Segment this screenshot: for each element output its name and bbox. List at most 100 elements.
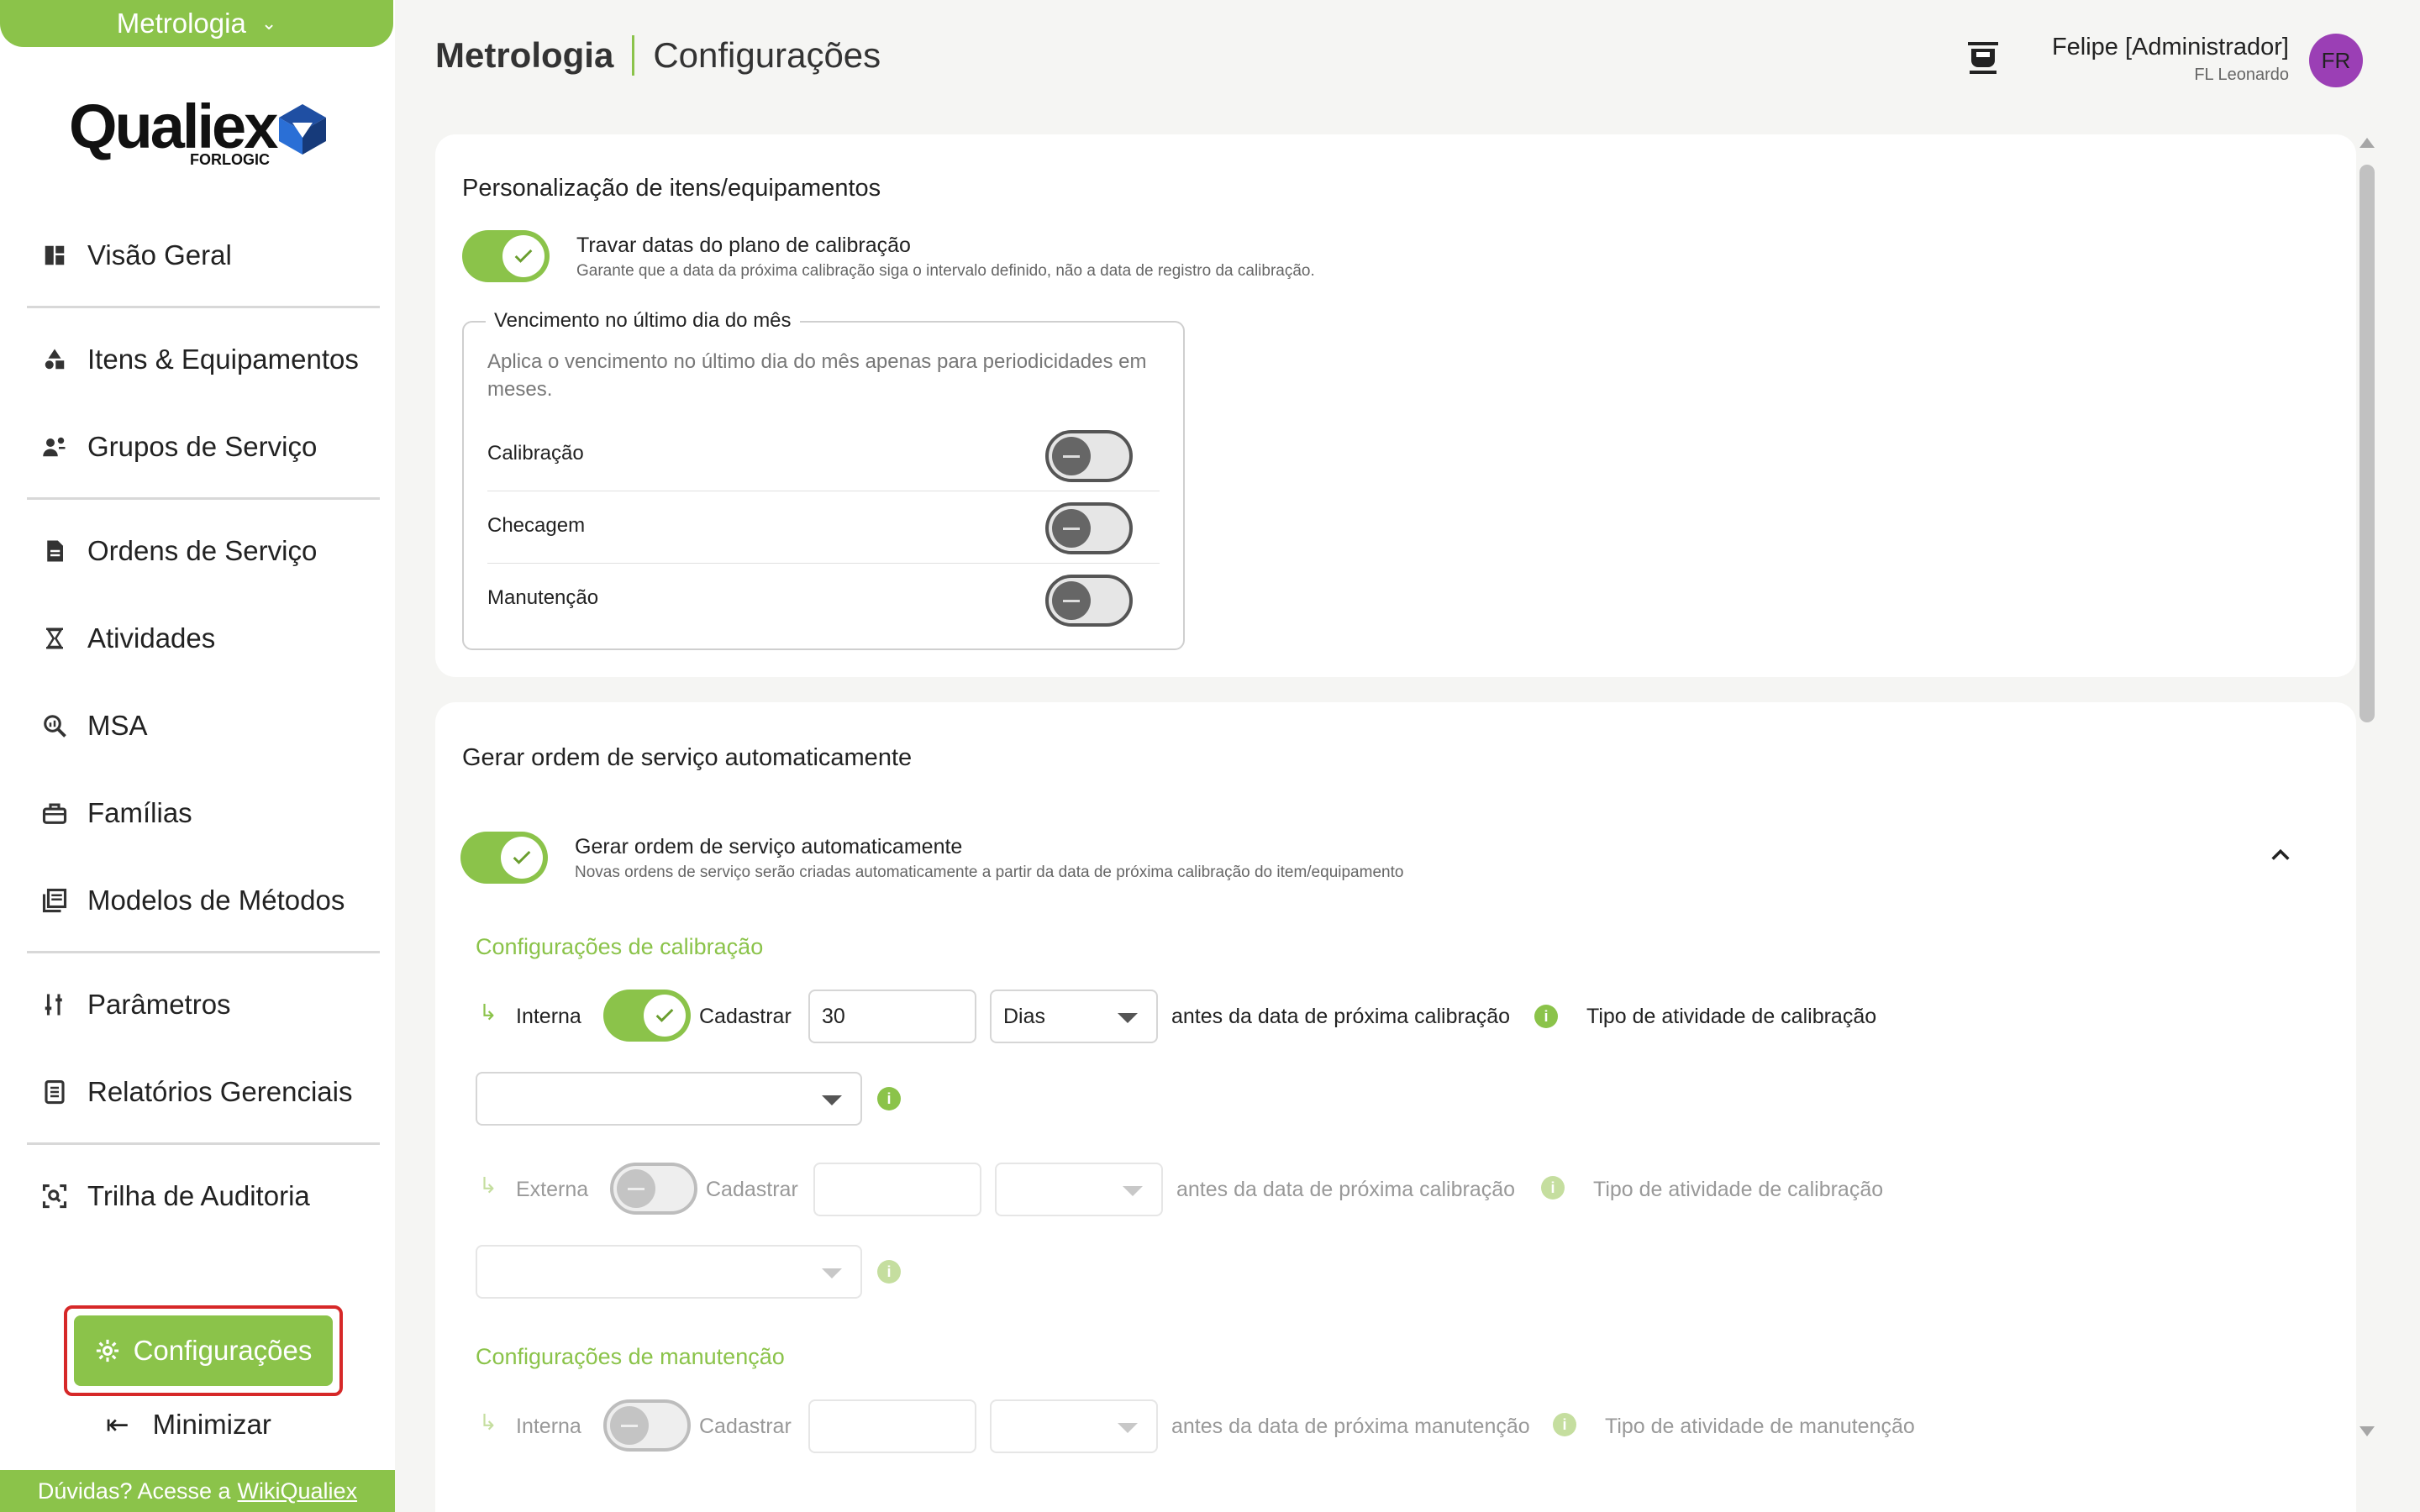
calibration-internal-activity-type-select[interactable]	[476, 1072, 862, 1126]
toggle-knob	[617, 1169, 655, 1208]
audit-icon	[40, 1182, 69, 1210]
toggle-knob	[610, 1406, 649, 1445]
sidebar-item-msa[interactable]: MSA	[40, 701, 148, 751]
qualiex-logo: Qualiex FORLOGIC	[69, 91, 329, 171]
due-last-day-desc: Aplica o vencimento no último dia do mês…	[487, 350, 1147, 401]
dashboard-icon	[40, 241, 69, 270]
sidebar-divider	[27, 951, 380, 953]
logo-subtext: FORLOGIC	[190, 151, 270, 168]
page-title-page: Configurações	[653, 35, 881, 75]
internal-label: Interna	[516, 1005, 581, 1028]
lock-dates-desc: Garante que a data da próxima calibração…	[576, 262, 1315, 280]
info-icon[interactable]: i	[877, 1087, 901, 1110]
maintenance-internal-unit-select[interactable]	[990, 1399, 1158, 1453]
info-icon[interactable]: i	[1541, 1176, 1565, 1200]
calibration-external-unit-select[interactable]	[995, 1163, 1163, 1216]
unit-select-value: Dias	[1003, 1004, 1046, 1028]
register-label: Cadastrar	[706, 1178, 798, 1201]
title-separator	[632, 35, 635, 76]
maintenance-internal-toggle[interactable]	[603, 1399, 691, 1452]
calibration-external-toggle[interactable]	[610, 1163, 697, 1215]
sidebar-item-ordens-servico[interactable]: Ordens de Serviço	[40, 526, 317, 576]
maintenance-internal-days-input[interactable]	[808, 1399, 976, 1453]
sidebar: Metrologia ⌄ Qualiex FORLOGIC Visão Gera…	[0, 0, 395, 1512]
due-checagem-label: Checagem	[487, 514, 586, 537]
lock-dates-toggle[interactable]	[462, 230, 550, 282]
info-icon[interactable]: i	[1534, 1005, 1558, 1028]
user-name[interactable]: Felipe [Administrador]	[2052, 34, 2289, 61]
sidebar-item-label: Parâmetros	[87, 989, 231, 1020]
chevron-up-icon[interactable]	[2269, 843, 2292, 867]
page-title: Metrologia Configurações	[435, 35, 881, 76]
calibration-external-activity-type-select[interactable]	[476, 1245, 862, 1299]
module-selector[interactable]: Metrologia ⌄	[0, 0, 393, 47]
hourglass-icon	[40, 624, 69, 653]
configuracoes-button[interactable]: Configurações	[74, 1315, 333, 1386]
sidebar-item-label: Famílias	[87, 797, 192, 828]
gear-icon	[96, 1339, 118, 1362]
scroll-down-arrow[interactable]	[2360, 1426, 2375, 1436]
auto-generate-desc: Novas ordens de serviço serão criadas au…	[575, 864, 1404, 881]
toolbox-icon	[40, 799, 69, 827]
sidebar-item-label: MSA	[87, 710, 148, 741]
scrollbar-thumb[interactable]	[2360, 165, 2375, 722]
activity-type-label: Tipo de atividade de calibração	[1586, 1005, 1877, 1028]
before-next-calibration-label: antes da data de próxima calibração	[1171, 1005, 1511, 1028]
group-icon	[40, 433, 69, 461]
lock-dates-title: Travar datas do plano de calibração	[576, 234, 911, 257]
caret-down-icon	[822, 1095, 842, 1105]
scroll-up-arrow[interactable]	[2360, 138, 2375, 148]
calibration-internal-unit-select[interactable]: Dias	[990, 990, 1158, 1043]
library-icon	[40, 886, 69, 915]
module-selector-label: Metrologia	[116, 8, 246, 39]
chevron-down-icon: ⌄	[260, 13, 277, 34]
minimize-button[interactable]: ⇤ Minimizar	[106, 1408, 271, 1441]
toggle-knob	[502, 235, 544, 277]
help-prefix: Dúvidas? Acesse a	[37, 1478, 231, 1504]
calibration-internal-days-input[interactable]: 30	[808, 990, 976, 1043]
info-icon[interactable]: i	[1553, 1413, 1576, 1436]
row-divider	[487, 563, 1160, 564]
calibration-internal-toggle[interactable]	[603, 990, 691, 1042]
sidebar-item-trilha-auditoria[interactable]: Trilha de Auditoria	[40, 1171, 310, 1221]
sidebar-item-label: Relatórios Gerenciais	[87, 1076, 353, 1107]
search-chart-icon	[40, 711, 69, 740]
sidebar-item-atividades[interactable]: Atividades	[40, 613, 215, 664]
check-icon	[513, 850, 531, 864]
due-checagem-toggle[interactable]	[1045, 502, 1133, 554]
sliders-icon	[40, 990, 69, 1019]
toggle-knob	[1052, 437, 1091, 475]
avatar[interactable]: FR	[2309, 34, 2363, 87]
sidebar-item-familias[interactable]: Famílias	[40, 788, 192, 838]
due-calibracao-toggle[interactable]	[1045, 430, 1133, 482]
coffee-cup-icon[interactable]	[1966, 40, 2000, 77]
sidebar-item-itens-equipamentos[interactable]: Itens & Equipamentos	[40, 334, 359, 385]
calibration-external-days-input[interactable]	[813, 1163, 981, 1216]
wiki-link[interactable]: WikiQualiex	[238, 1478, 358, 1504]
due-manutencao-label: Manutenção	[487, 586, 599, 609]
sidebar-item-label: Trilha de Auditoria	[87, 1180, 310, 1211]
report-icon	[40, 1078, 69, 1106]
sidebar-item-visao-geral[interactable]: Visão Geral	[40, 230, 232, 281]
sidebar-item-grupos-servico[interactable]: Grupos de Serviço	[40, 422, 317, 472]
toggle-knob	[501, 837, 543, 879]
logo-mark-icon	[279, 104, 326, 155]
info-icon[interactable]: i	[877, 1260, 901, 1284]
sidebar-item-relatorios[interactable]: Relatórios Gerenciais	[40, 1067, 352, 1117]
sidebar-divider	[27, 497, 380, 500]
auto-generate-toggle[interactable]	[460, 832, 548, 884]
subdirectory-arrow-icon: ↳	[479, 1410, 497, 1435]
card-title: Personalização de itens/equipamentos	[462, 175, 881, 202]
sidebar-item-parametros[interactable]: Parâmetros	[40, 979, 231, 1030]
due-last-day-legend: Vencimento no último dia do mês	[486, 309, 800, 333]
due-manutencao-toggle[interactable]	[1045, 575, 1133, 627]
before-next-calibration-label: antes da data de próxima calibração	[1176, 1178, 1516, 1201]
before-next-maintenance-label: antes da data de próxima manutenção	[1171, 1415, 1530, 1438]
subdirectory-arrow-icon: ↳	[479, 1173, 497, 1198]
maintenance-section-title: Configurações de manutenção	[476, 1344, 785, 1369]
calibration-section-title: Configurações de calibração	[476, 934, 764, 959]
help-bar: Dúvidas? Acesse a WikiQualiex	[0, 1470, 395, 1512]
sidebar-item-modelos-metodos[interactable]: Modelos de Métodos	[40, 875, 345, 926]
caret-down-icon	[822, 1268, 842, 1278]
caret-down-icon	[1123, 1186, 1143, 1196]
